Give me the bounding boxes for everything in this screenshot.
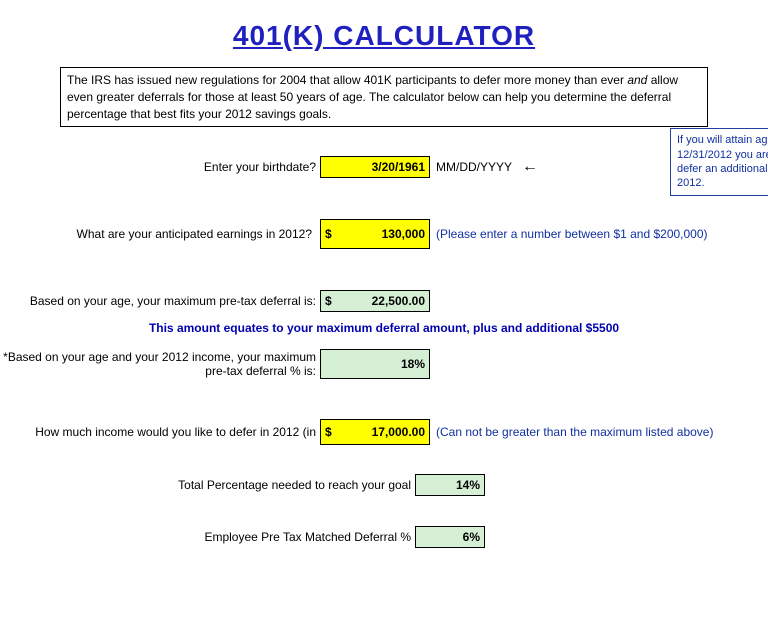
- birthdate-callout: If you will attain age 50 by 12/31/2012 …: [670, 128, 768, 195]
- max-deferral-note: This amount equates to your maximum defe…: [0, 321, 768, 335]
- total-pct-output: 14%: [415, 474, 485, 496]
- row-max-pct: *Based on your age and your 2012 income,…: [0, 349, 768, 379]
- max-pct-label: *Based on your age and your 2012 income,…: [3, 350, 316, 378]
- row-earnings: What are your anticipated earnings in 20…: [0, 219, 768, 249]
- earnings-label: What are your anticipated earnings in 20…: [77, 227, 312, 241]
- matched-pct-label: Employee Pre Tax Matched Deferral %: [204, 530, 411, 544]
- birthdate-value: 3/20/1961: [372, 160, 425, 174]
- row-total-pct: Total Percentage needed to reach your go…: [0, 473, 768, 497]
- defer-amount-value: 17,000.00: [372, 425, 425, 439]
- defer-amount-symbol: $: [325, 425, 332, 439]
- defer-amount-label: How much income would you like to defer …: [35, 425, 316, 439]
- intro-line1: The IRS has issued new regulations for 2…: [67, 73, 624, 87]
- max-pct-output: 18%: [320, 349, 430, 379]
- defer-amount-input[interactable]: $ 17,000.00: [320, 419, 430, 445]
- earnings-value: 130,000: [382, 227, 425, 241]
- max-deferral-value: 22,500.00: [372, 294, 425, 308]
- page-title: 401(K) CALCULATOR: [0, 20, 768, 52]
- matched-pct-output: 6%: [415, 526, 485, 548]
- birthdate-label: Enter your birthdate?: [0, 160, 320, 174]
- max-deferral-label: Based on your age, your maximum pre-tax …: [30, 294, 316, 308]
- max-pct-value: 18%: [401, 357, 425, 371]
- birthdate-format: MM/DD/YYYY: [436, 160, 512, 174]
- row-matched-pct: Employee Pre Tax Matched Deferral % 6%: [0, 525, 768, 549]
- intro-and: and: [627, 73, 647, 87]
- row-birthdate: Enter your birthdate? 3/20/1961 MM/DD/YY…: [0, 155, 768, 179]
- total-pct-label: Total Percentage needed to reach your go…: [178, 478, 411, 492]
- earnings-hint: (Please enter a number between $1 and $2…: [436, 227, 708, 241]
- intro-box: The IRS has issued new regulations for 2…: [60, 67, 708, 127]
- max-deferral-symbol: $: [325, 294, 332, 308]
- arrow-icon: ←: [522, 158, 538, 176]
- earnings-symbol: $: [325, 227, 332, 241]
- earnings-input[interactable]: $ 130,000: [320, 219, 430, 249]
- row-defer-amount: How much income would you like to defer …: [0, 419, 768, 445]
- total-pct-value: 14%: [456, 478, 480, 492]
- max-deferral-output: $ 22,500.00: [320, 290, 430, 312]
- birthdate-input[interactable]: 3/20/1961: [320, 156, 430, 178]
- defer-amount-hint: (Can not be greater than the maximum lis…: [436, 425, 713, 439]
- matched-pct-value: 6%: [463, 530, 480, 544]
- row-max-deferral: Based on your age, your maximum pre-tax …: [0, 289, 768, 313]
